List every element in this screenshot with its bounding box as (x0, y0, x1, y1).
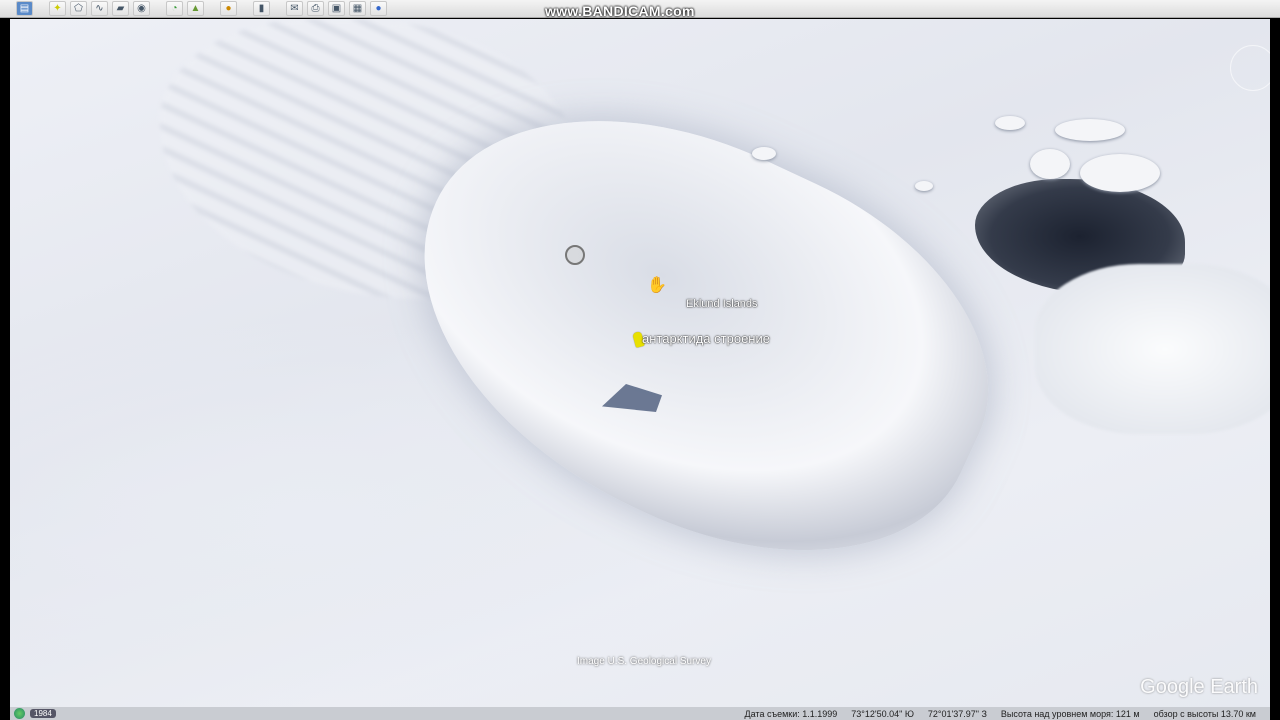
imagery-date: Дата съемки: 1.1.1999 (744, 708, 838, 719)
ice-floe (1030, 149, 1070, 179)
map-view[interactable]: ✋ Eklund Islands антарктида строение Ima… (10, 19, 1270, 707)
placemark-label[interactable]: антарктида строение (642, 331, 770, 346)
ice-floe (995, 116, 1025, 130)
print-icon[interactable]: ⎙ (307, 1, 324, 16)
path-icon[interactable]: ∿ (91, 1, 108, 16)
elevation: Высота над уровнем моря: 121 м (1000, 708, 1140, 719)
placemark-icon[interactable]: ✦ (49, 1, 66, 16)
email-icon[interactable]: ✉ (286, 1, 303, 16)
imagery-year[interactable]: 1984 (30, 709, 56, 718)
tour-icon[interactable]: ◉ (133, 1, 150, 16)
recording-watermark: www.BANDICAM.com (545, 3, 695, 19)
ice-floe (752, 147, 776, 160)
historical-imagery-icon[interactable] (14, 708, 25, 719)
longitude: 72°01'37.97" З (927, 708, 987, 719)
planet-icon[interactable]: ● (220, 1, 237, 16)
ruler-icon[interactable]: ▮ (253, 1, 270, 16)
sidebar-icon[interactable]: ▤ (16, 1, 33, 16)
map-save-icon[interactable]: ▣ (328, 1, 345, 16)
overlay-icon[interactable]: ▰ (112, 1, 129, 16)
eye-altitude: обзор с высоты 13.70 км (1153, 708, 1256, 719)
sunlight-icon[interactable]: ▲ (187, 1, 204, 16)
navigation-control[interactable] (1230, 45, 1270, 91)
glacier (1035, 264, 1270, 434)
polygon-icon[interactable]: ⬠ (70, 1, 87, 16)
history-icon[interactable]: ◔ (166, 1, 183, 16)
ice-floe (1080, 154, 1160, 192)
place-label[interactable]: Eklund Islands (686, 298, 758, 310)
ice-floe (1055, 119, 1125, 141)
globe-icon[interactable]: ● (370, 1, 387, 16)
latitude: 73°12'50.04" Ю (851, 708, 914, 719)
imagery-credit: Image U.S. Geological Survey (577, 656, 711, 667)
ice-floe (915, 181, 933, 191)
status-bar: 1984 Дата съемки: 1.1.1999 73°12'50.04" … (10, 707, 1270, 720)
google-earth-logo: Google Earth (1140, 676, 1258, 698)
cursor-target-icon (565, 245, 585, 265)
image-icon[interactable]: ▦ (349, 1, 366, 16)
hand-cursor-icon: ✋ (647, 277, 667, 294)
